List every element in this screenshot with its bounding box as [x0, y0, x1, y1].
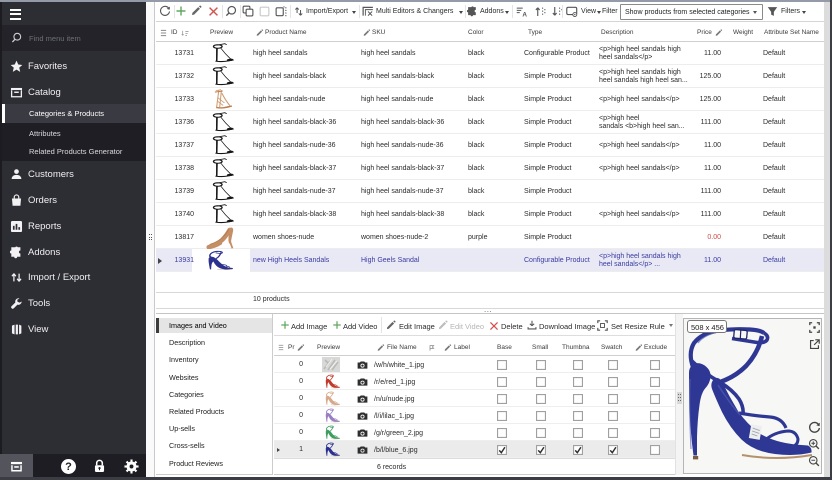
svg-text:A: A — [522, 11, 527, 17]
